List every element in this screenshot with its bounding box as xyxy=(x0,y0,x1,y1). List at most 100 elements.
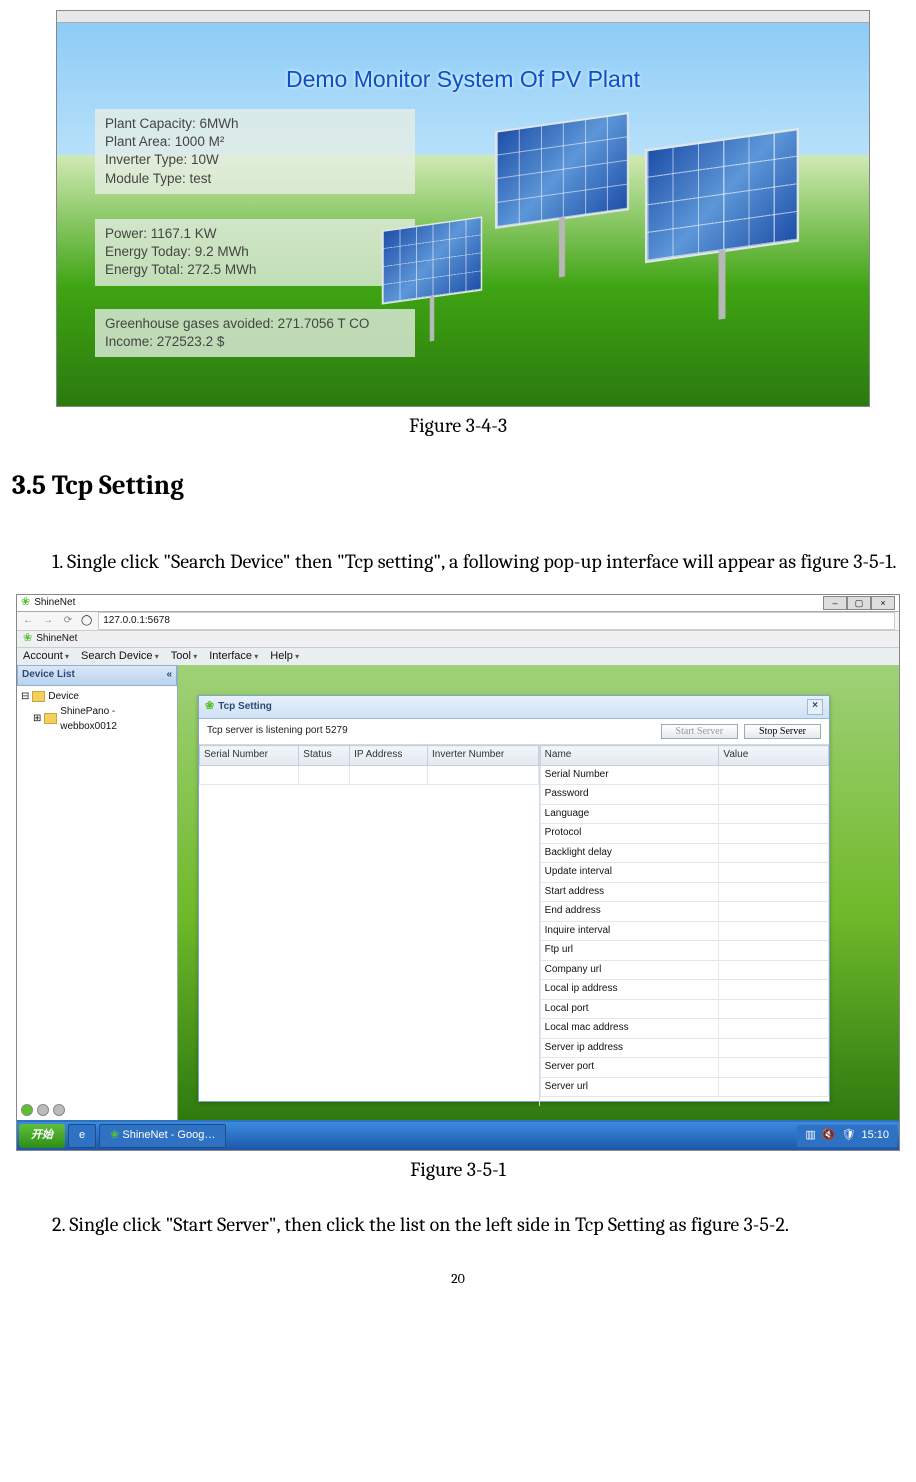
property-name: Update interval xyxy=(540,863,719,883)
property-row[interactable]: Language xyxy=(540,804,828,824)
ghg-avoided: Greenhouse gases avoided: 271.7056 T CO xyxy=(105,315,405,333)
dashboard-title: Demo Monitor System Of PV Plant xyxy=(57,63,869,96)
property-name: End address xyxy=(540,902,719,922)
task-icon: ❀ xyxy=(110,1129,119,1141)
menu-search-device[interactable]: Search Device xyxy=(81,649,159,665)
forward-icon[interactable]: → xyxy=(41,614,55,629)
back-icon[interactable]: ← xyxy=(21,614,35,629)
property-value xyxy=(719,980,829,1000)
property-name: Company url xyxy=(540,960,719,980)
property-name: Serial Number xyxy=(540,765,719,785)
property-row[interactable]: Ftp url xyxy=(540,941,828,961)
property-row[interactable]: Protocol xyxy=(540,824,828,844)
tcp-listening-label: Tcp server is listening port 5279 xyxy=(207,724,655,739)
property-row[interactable]: Password xyxy=(540,785,828,805)
menu-interface[interactable]: Interface xyxy=(209,649,258,665)
property-name: Password xyxy=(540,785,719,805)
device-tree[interactable]: ⊟ Device ⊞ ShinePano - webbox0012 xyxy=(17,686,177,1121)
maximize-button[interactable]: ▢ xyxy=(847,596,871,610)
property-row[interactable]: Start address xyxy=(540,882,828,902)
property-row[interactable]: Inquire interval xyxy=(540,921,828,941)
menu-account[interactable]: Account xyxy=(23,649,69,665)
tray-icon[interactable]: ▥ xyxy=(805,1128,815,1144)
browser-tab[interactable]: ShineNet xyxy=(36,632,77,647)
property-value xyxy=(719,765,829,785)
browser-toolbar: ← → ⟳ ◯ 127.0.0.1:5678 xyxy=(17,612,899,631)
tab-icon: ❀ xyxy=(23,631,32,647)
taskbar-item-shinenet[interactable]: ❀ ShineNet - Goog… xyxy=(99,1124,226,1148)
inverter-type: Inverter Type: 10W xyxy=(105,151,405,169)
property-value xyxy=(719,941,829,961)
property-row[interactable]: Company url xyxy=(540,960,828,980)
property-value xyxy=(719,785,829,805)
solar-panel-icon xyxy=(495,112,629,229)
property-value xyxy=(719,960,829,980)
window-titlebar: ❀ ShineNet – ▢ × xyxy=(17,595,899,612)
property-value xyxy=(719,824,829,844)
taskbar-ie-icon[interactable]: e xyxy=(68,1124,96,1148)
start-server-button[interactable]: Start Server xyxy=(661,724,739,739)
tree-toggle-icon[interactable]: ⊞ xyxy=(33,711,41,726)
eco-info-box: Greenhouse gases avoided: 271.7056 T CO … xyxy=(95,309,415,357)
tree-toggle-icon[interactable]: ⊟ xyxy=(21,689,29,704)
minimize-button[interactable]: – xyxy=(823,596,847,610)
menu-tool[interactable]: Tool xyxy=(171,649,197,665)
paragraph-2: 2. Single click "Start Server", then cli… xyxy=(12,1210,904,1239)
tray-icon[interactable]: 🔇 xyxy=(822,1128,836,1144)
module-type: Module Type: test xyxy=(105,170,405,188)
property-row[interactable]: Update interval xyxy=(540,863,828,883)
tree-node-shinepano[interactable]: ShinePano - webbox0012 xyxy=(60,704,173,734)
property-name: Server port xyxy=(540,1058,719,1078)
tray-clock: 15:10 xyxy=(861,1128,889,1144)
status-indicators xyxy=(21,1104,65,1116)
property-row[interactable]: Local ip address xyxy=(540,980,828,1000)
tcp-right-grid[interactable]: Name Value Serial NumberPasswordLanguage… xyxy=(540,745,829,1106)
figure-3-5-1: ❀ ShineNet – ▢ × ← → ⟳ ◯ 127.0.0.1:5678 … xyxy=(16,594,900,1151)
property-name: Start address xyxy=(540,882,719,902)
start-button[interactable]: 开始 xyxy=(19,1124,65,1148)
status-dot-green xyxy=(21,1104,33,1116)
col-ip: IP Address xyxy=(350,746,428,766)
dialog-close-button[interactable]: × xyxy=(807,699,823,715)
property-name: Protocol xyxy=(540,824,719,844)
property-value xyxy=(719,902,829,922)
system-tray[interactable]: ▥ 🔇 🛡 15:10 xyxy=(797,1125,897,1147)
taskbar: 开始 e ❀ ShineNet - Goog… ▥ 🔇 🛡 15:10 xyxy=(17,1122,899,1150)
reload-icon[interactable]: ⟳ xyxy=(61,614,75,629)
tab-strip: ❀ ShineNet xyxy=(17,631,899,648)
property-row[interactable]: Server port xyxy=(540,1058,828,1078)
property-value xyxy=(719,1038,829,1058)
folder-icon xyxy=(44,713,57,724)
property-row[interactable]: Local port xyxy=(540,999,828,1019)
col-inverter-num: Inverter Number xyxy=(428,746,539,766)
col-status: Status xyxy=(299,746,350,766)
energy-today: Energy Today: 9.2 MWh xyxy=(105,243,405,261)
tree-node-device[interactable]: Device xyxy=(48,689,79,704)
energy-total: Energy Total: 272.5 MWh xyxy=(105,261,405,279)
property-value xyxy=(719,882,829,902)
menu-help[interactable]: Help xyxy=(270,649,299,665)
close-button[interactable]: × xyxy=(871,596,895,610)
page-info-icon[interactable]: ◯ xyxy=(81,614,92,629)
property-name: Local ip address xyxy=(540,980,719,1000)
figure-caption: Figure 3-5-1 xyxy=(12,1155,904,1184)
window-title: ShineNet xyxy=(34,596,75,611)
property-name: Ftp url xyxy=(540,941,719,961)
property-row[interactable]: Local mac address xyxy=(540,1019,828,1039)
property-row[interactable]: Serial Number xyxy=(540,765,828,785)
property-row[interactable]: Server url xyxy=(540,1077,828,1097)
tray-icon[interactable]: 🛡 xyxy=(842,1128,856,1144)
tcp-left-grid[interactable]: Serial Number Status IP Address Inverter… xyxy=(199,745,540,1106)
address-bar[interactable]: 127.0.0.1:5678 xyxy=(98,612,895,631)
app-icon: ❀ xyxy=(21,595,30,611)
stop-server-button[interactable]: Stop Server xyxy=(744,724,821,739)
property-value xyxy=(719,921,829,941)
col-value: Value xyxy=(719,746,829,766)
collapse-icon[interactable]: « xyxy=(166,668,172,683)
folder-icon xyxy=(32,691,45,702)
property-value xyxy=(719,843,829,863)
property-value xyxy=(719,863,829,883)
property-row[interactable]: End address xyxy=(540,902,828,922)
property-row[interactable]: Server ip address xyxy=(540,1038,828,1058)
property-row[interactable]: Backlight delay xyxy=(540,843,828,863)
